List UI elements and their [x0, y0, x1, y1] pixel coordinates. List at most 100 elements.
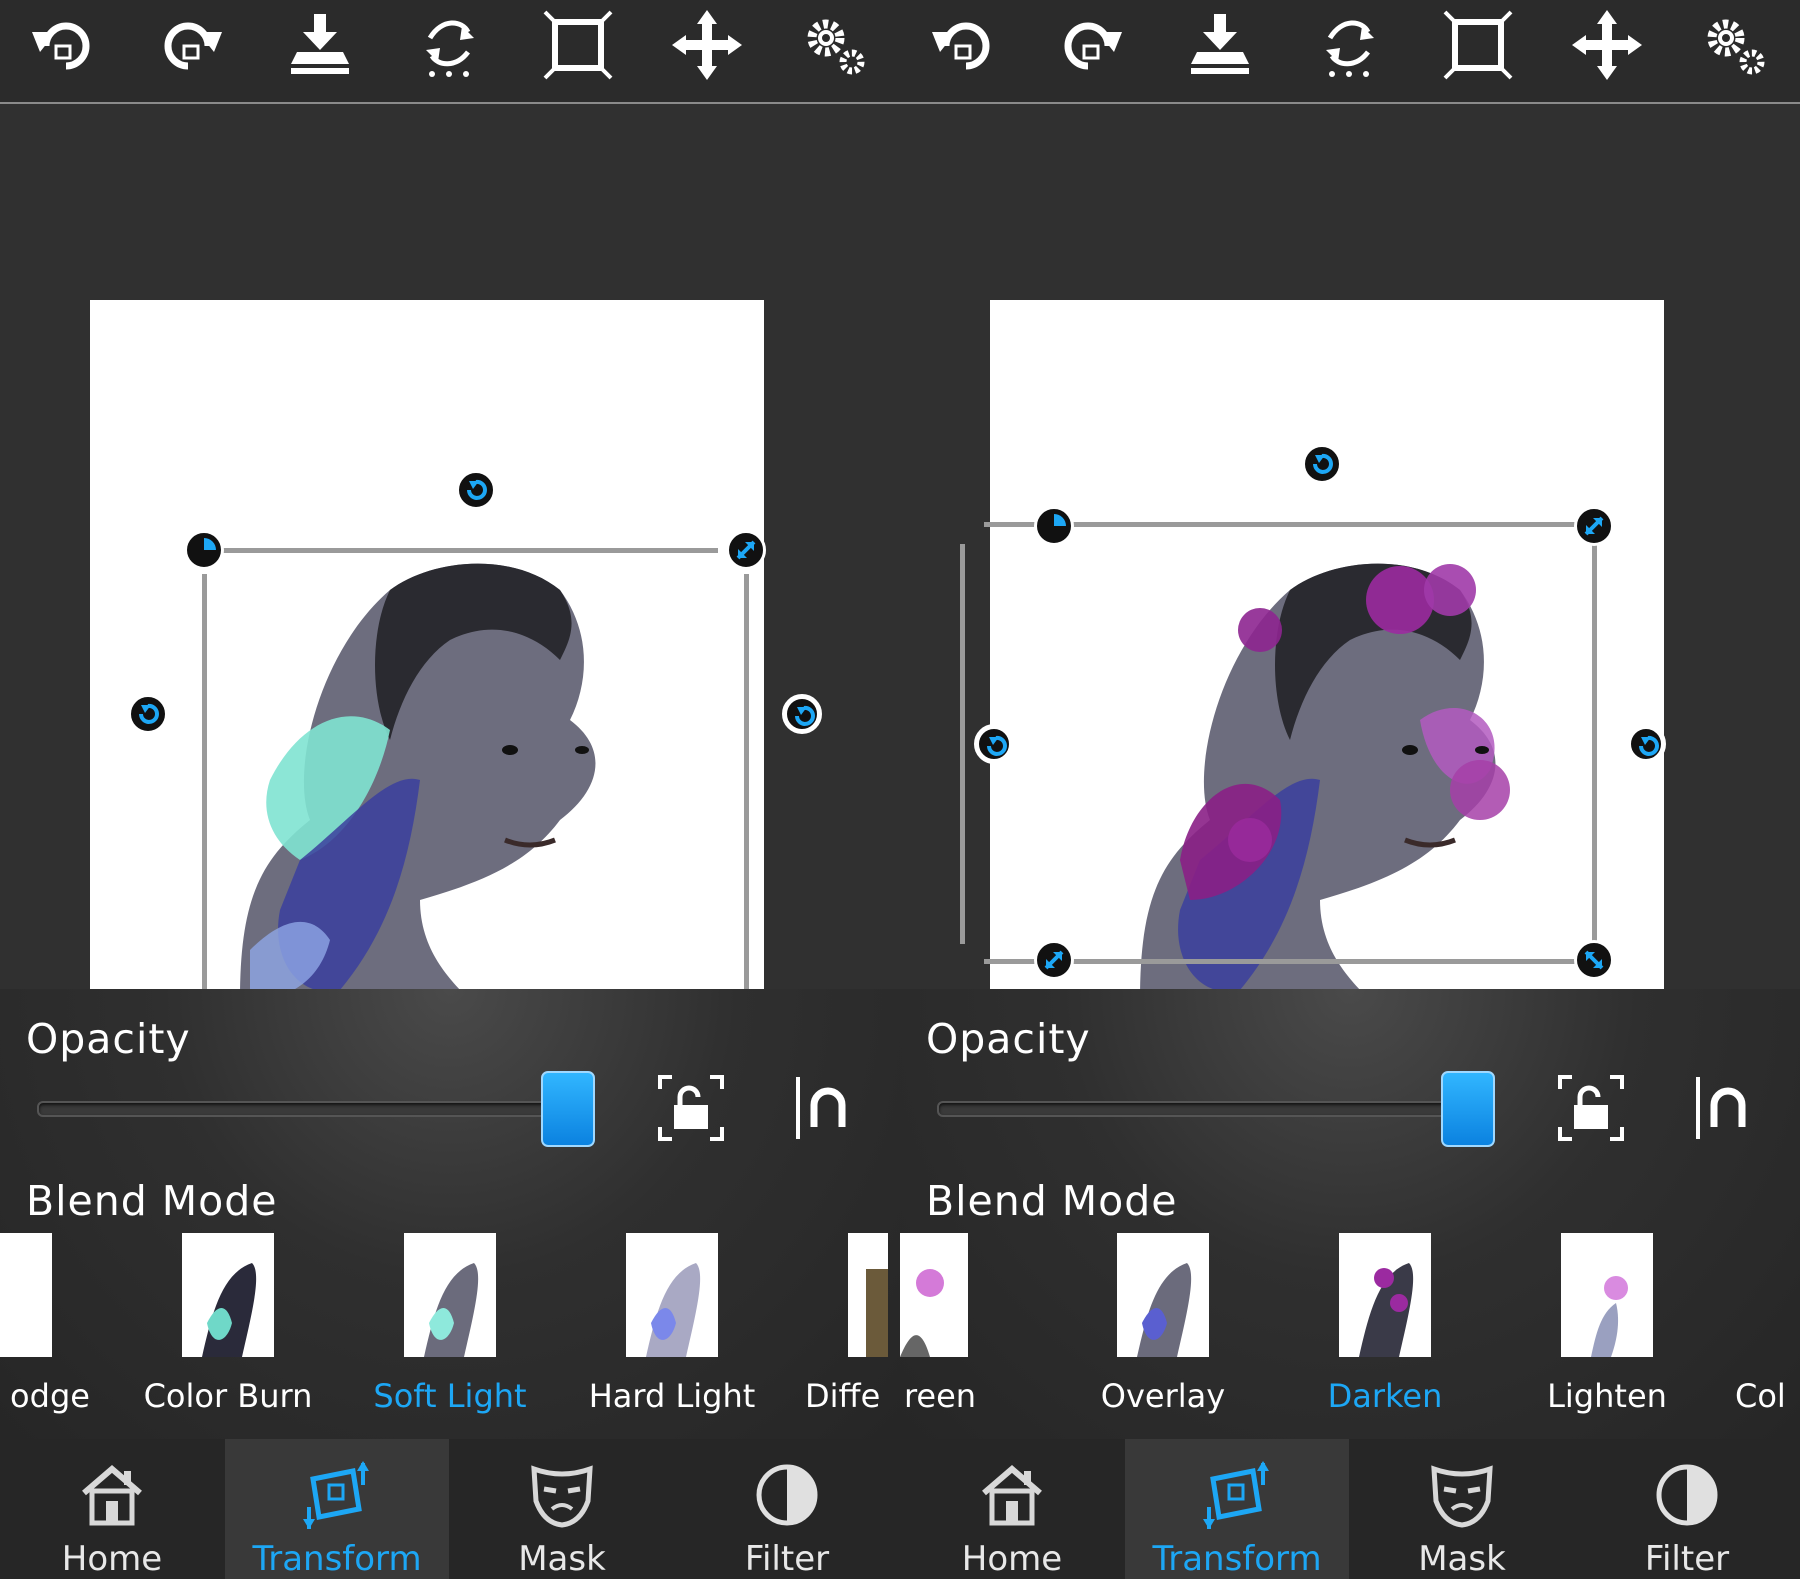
workspace [900, 104, 1800, 1000]
settings-icon[interactable] [798, 8, 872, 82]
nav-filter[interactable]: Filter [1575, 1439, 1799, 1579]
opacity-slider-thumb[interactable] [541, 1071, 595, 1147]
opacity-slider-track[interactable] [37, 1101, 581, 1117]
rotate-handle-top[interactable] [1302, 444, 1342, 484]
rotate-handle-left[interactable] [974, 724, 1014, 764]
blend-thumb[interactable] [900, 1233, 968, 1357]
nav-mask[interactable]: Mask [1350, 1439, 1574, 1579]
blend-mode-label-item[interactable]: Darken [1285, 1377, 1485, 1415]
left-panel: Opacity Blend Mode odge Color Burn Soft … [0, 0, 900, 1579]
crop-icon[interactable] [541, 8, 615, 82]
nav-mask-label: Mask [1418, 1539, 1506, 1579]
right-panel: Opacity Blend Mode reen Overlay Darken L… [900, 0, 1800, 1579]
bbox-edge-top [204, 548, 718, 553]
nav-filter-label: Filter [744, 1539, 830, 1579]
rotate-handle-top[interactable] [456, 470, 496, 510]
mask-icon [1431, 1465, 1493, 1528]
home-icon [982, 1465, 1042, 1526]
nav-home[interactable]: Home [900, 1439, 1124, 1579]
toolbar [900, 0, 1800, 104]
nav-transform[interactable]: Transform [1125, 1439, 1349, 1579]
merge-down-icon[interactable] [283, 8, 357, 82]
blend-mode-label: Blend Mode [926, 1177, 1178, 1225]
bbox-edge-left [202, 574, 207, 994]
blend-mode-label-item[interactable]: Color Burn [128, 1377, 328, 1415]
workspace [0, 104, 900, 1000]
merge-down-icon[interactable] [1183, 8, 1257, 82]
scale-handle-bottom-right[interactable] [1574, 940, 1614, 980]
blend-mode-label-item[interactable]: Soft Light [350, 1377, 550, 1415]
blend-mode-label: Blend Mode [26, 1177, 278, 1225]
pin-handle-top-left[interactable] [1034, 506, 1074, 546]
bbox-edge-top [984, 522, 1590, 527]
magnet-snap-button[interactable] [1694, 1075, 1750, 1141]
crop-icon[interactable] [1441, 8, 1515, 82]
rotate-handle-left[interactable] [128, 694, 168, 734]
mask-icon [531, 1465, 593, 1528]
scale-handle-top-right[interactable] [726, 530, 766, 570]
transform-icon [303, 1461, 369, 1529]
magnet-snap-button[interactable] [794, 1075, 850, 1141]
nav-transform[interactable]: Transform [225, 1439, 449, 1579]
flip-icon[interactable] [412, 8, 486, 82]
bbox-edge-right [744, 574, 749, 994]
canvas[interactable] [990, 300, 1664, 1000]
toolbar [0, 0, 900, 104]
blend-thumb[interactable] [1117, 1233, 1209, 1357]
pin-handle-top-left[interactable] [184, 530, 224, 570]
nav-home-label: Home [961, 1539, 1063, 1579]
blend-thumb[interactable] [0, 1233, 52, 1357]
bbox-edge-left [960, 544, 965, 944]
filter-icon [756, 1464, 818, 1526]
nav-home[interactable]: Home [0, 1439, 224, 1579]
scale-handle-bottom-left[interactable] [1034, 940, 1074, 980]
bottom-nav: Home Transform Mask Filter [900, 1439, 1800, 1579]
opacity-label: Opacity [26, 1015, 191, 1063]
bbox-edge-right [1592, 544, 1597, 944]
blend-mode-label-item[interactable]: Col [1735, 1377, 1800, 1415]
controls-panel: Opacity Blend Mode odge Color Burn Soft … [0, 989, 900, 1439]
lock-aspect-button[interactable] [658, 1075, 724, 1141]
rotate-handle-right[interactable] [1626, 724, 1666, 764]
redo-icon[interactable] [154, 8, 228, 82]
opacity-label: Opacity [926, 1015, 1091, 1063]
blend-thumb[interactable] [1339, 1233, 1431, 1357]
nav-home-label: Home [61, 1539, 163, 1579]
blend-thumb[interactable] [626, 1233, 718, 1357]
blend-mode-label-item[interactable]: Diffe [805, 1377, 895, 1415]
blend-mode-label-item[interactable]: reen [900, 1377, 1040, 1415]
blend-thumb[interactable] [182, 1233, 274, 1357]
blend-mode-strip[interactable]: odge Color Burn Soft Light Hard Light Di… [0, 1233, 900, 1433]
nav-mask-label: Mask [518, 1539, 606, 1579]
blend-mode-label-item[interactable]: Hard Light [572, 1377, 772, 1415]
nav-transform-label: Transform [252, 1539, 422, 1579]
undo-icon[interactable] [926, 8, 1000, 82]
blend-mode-strip[interactable]: reen Overlay Darken Lighten Col [900, 1233, 1800, 1433]
blend-thumb[interactable] [848, 1233, 888, 1357]
blend-thumb[interactable] [1561, 1233, 1653, 1357]
move-icon[interactable] [1570, 8, 1644, 82]
transform-icon [1203, 1461, 1269, 1529]
move-icon[interactable] [670, 8, 744, 82]
blend-mode-label-item[interactable]: Overlay [1063, 1377, 1263, 1415]
blend-mode-label-item[interactable]: Lighten [1507, 1377, 1707, 1415]
flip-icon[interactable] [1312, 8, 1386, 82]
settings-icon[interactable] [1698, 8, 1772, 82]
home-icon [82, 1465, 142, 1526]
nav-mask[interactable]: Mask [450, 1439, 674, 1579]
rotate-handle-right[interactable] [782, 694, 822, 734]
filter-icon [1656, 1464, 1718, 1526]
undo-icon[interactable] [26, 8, 100, 82]
nav-transform-label: Transform [1152, 1539, 1322, 1579]
lock-aspect-button[interactable] [1558, 1075, 1624, 1141]
blend-thumb[interactable] [404, 1233, 496, 1357]
bbox-edge-bottom [984, 959, 1590, 964]
nav-filter-label: Filter [1644, 1539, 1730, 1579]
scale-handle-top-right[interactable] [1574, 506, 1614, 546]
opacity-slider-thumb[interactable] [1441, 1071, 1495, 1147]
nav-filter[interactable]: Filter [675, 1439, 899, 1579]
canvas[interactable] [90, 300, 764, 1000]
redo-icon[interactable] [1054, 8, 1128, 82]
controls-panel: Opacity Blend Mode reen Overlay Darken L… [900, 989, 1800, 1439]
opacity-slider-track[interactable] [937, 1101, 1481, 1117]
